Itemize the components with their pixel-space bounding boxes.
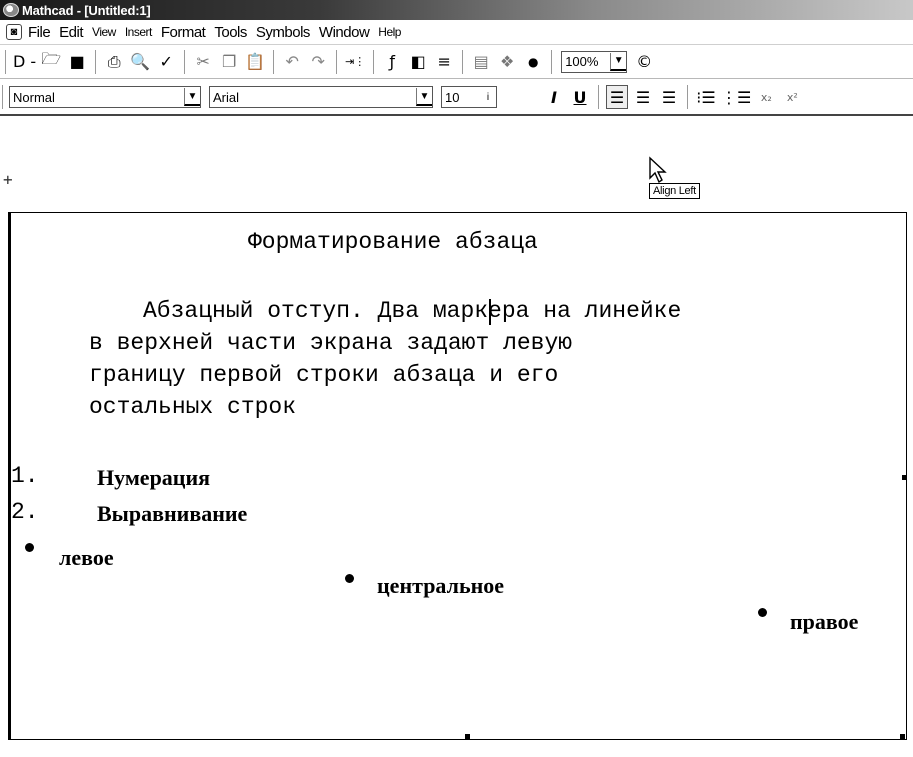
window-title: Mathcad - [Untitled:1] [22,2,151,18]
style-value: Normal [13,89,55,105]
menu-bar: ◙ File Edit View Insert Format Tools Sym… [0,20,913,45]
toolbar-grip [2,85,3,109]
bullet-icon [25,543,34,552]
separator [687,85,688,109]
insert-function-icon[interactable]: ƒ [381,50,403,74]
standard-toolbar: D - 🗁 ■ ⎙ 🔍 ✓ ✂ ❐ 📋 ↶ ↷ ⇥⋮ ƒ ◧ ≡ ▤ ❖ ● 1… [0,45,913,79]
paragraph-line[interactable]: остальных строк [89,391,296,423]
chevron-down-icon[interactable]: ▼ [416,88,432,106]
font-size-value: 10 [445,89,460,105]
document-menu-icon[interactable]: ◙ [6,24,22,40]
print-preview-icon[interactable]: 🔍 [129,50,151,74]
style-select[interactable]: Normal ▼ [9,86,201,108]
dot-icon: ● [527,54,539,69]
save-icon[interactable]: ■ [66,50,88,74]
bullet-icon [758,608,767,617]
separator [373,49,375,74]
align-icon[interactable]: ⇥⋮ [344,50,366,74]
menu-tools[interactable]: Tools [214,24,247,41]
separator [273,49,275,74]
separator [551,49,553,74]
help-icon[interactable]: © [633,50,655,74]
calculate-icon[interactable]: ≡ [433,50,455,74]
worksheet-area[interactable]: Форматирование абзаца Абзацный отступ. Д… [8,212,907,740]
menu-insert[interactable]: Insert [125,25,153,39]
region-resize-handle[interactable] [465,734,470,739]
separator [598,85,599,109]
chevron-down-icon[interactable]: i [480,88,496,106]
chevron-down-icon[interactable]: ▼ [610,52,627,71]
cut-icon[interactable]: ✂ [192,50,214,74]
region-resize-handle[interactable] [900,734,905,739]
font-size-select[interactable]: 10 i [441,86,497,108]
separator [95,49,97,74]
zoom-select[interactable]: 100% ▼ [561,50,628,73]
numbering-icon[interactable]: ⋮☰ [721,85,751,109]
component-icon[interactable]: ❖ [496,50,518,74]
redo-icon[interactable]: ↷ [307,50,329,74]
bullet-icon [345,574,354,583]
superscript-icon[interactable]: x² [781,85,803,109]
bullet-item-right[interactable]: правое [790,609,858,635]
align-right-icon[interactable]: ☰ [658,85,680,109]
document-heading[interactable]: Форматирование абзаца [248,229,538,255]
list-number: 2. [11,499,39,525]
italic-icon[interactable]: I [543,85,565,109]
separator [184,49,186,74]
new-doc-icon[interactable]: D - [13,50,36,74]
paragraph-line[interactable]: в верхней части экрана задают левую [89,327,572,359]
print-icon[interactable]: ⎙ [103,50,125,74]
font-select[interactable]: Arial ▼ [209,86,433,108]
insert-unit-icon[interactable]: ◧ [407,50,429,74]
resource-icon[interactable]: ▤ [470,50,492,74]
list-item[interactable]: Нумерация [97,465,210,491]
bullets-icon[interactable]: ⁝☰ [695,85,717,109]
bullet-item-center[interactable]: центральное [377,573,504,599]
spell-check-icon[interactable]: ✓ [155,50,177,74]
menu-help[interactable]: Help [378,25,401,39]
menu-symbols[interactable]: Symbols [256,24,311,41]
separator [336,49,338,74]
list-item[interactable]: Выравнивание [97,501,247,527]
separator [462,49,464,74]
tooltip: Align Left [649,183,700,199]
menu-file[interactable]: File [28,24,51,41]
font-value: Arial [213,89,240,105]
list-number: 1. [11,463,39,489]
bullet-item-left[interactable]: левое [59,545,114,571]
toolbar-grip [5,49,6,74]
menu-edit[interactable]: Edit [59,24,83,41]
menu-view[interactable]: View [92,25,116,39]
chevron-down-icon[interactable]: ▼ [184,88,200,106]
open-folder-icon[interactable]: 🗁 [40,49,62,74]
copy-icon[interactable]: ❐ [218,50,240,74]
formatting-toolbar: Normal ▼ Arial ▼ 10 i B I U ☰ ☰ ☰ ⁝☰ ⋮☰ … [0,80,913,116]
underline-icon[interactable]: U [569,85,591,109]
align-center-icon[interactable]: ☰ [632,85,654,109]
title-bar: Mathcad - [Untitled:1] [0,0,913,20]
crosshair-marker-icon[interactable]: + [3,170,13,189]
zoom-value: 100% [565,54,599,69]
text-caret [489,299,491,325]
paragraph-line[interactable]: границу первой строки абзаца и его [89,359,558,391]
region-resize-handle[interactable] [902,475,907,480]
menu-format[interactable]: Format [161,24,206,41]
ruler: + [0,118,913,206]
paste-icon[interactable]: 📋 [244,50,266,74]
undo-icon[interactable]: ↶ [281,50,303,74]
mathcad-app-icon[interactable] [3,3,19,17]
subscript-icon[interactable]: x₂ [755,85,777,109]
paragraph-line[interactable]: Абзацный отступ. Два маркера на линейке [143,295,681,327]
mouse-pointer-icon [649,156,667,184]
menu-window[interactable]: Window [319,24,370,41]
align-left-icon[interactable]: ☰ [606,85,628,109]
